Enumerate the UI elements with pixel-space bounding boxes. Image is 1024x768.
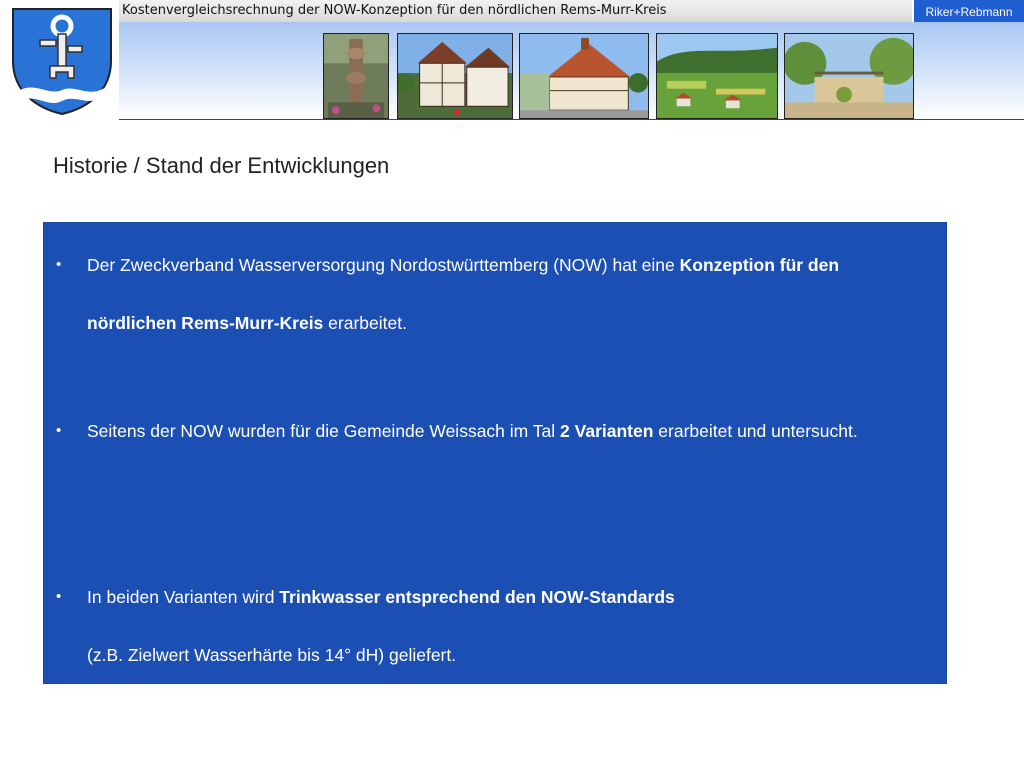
coat-of-arms-icon — [10, 6, 114, 116]
bullet-text: Der Zweckverband Wasserversorgung Nordos… — [87, 236, 927, 352]
photo-garden-pergola — [784, 33, 914, 119]
photo-town-hall — [519, 33, 649, 119]
bullet-text: In beiden Varianten wird Trinkwasser ent… — [87, 568, 927, 684]
photo-landscape — [656, 33, 778, 119]
bullet-text-normal: Der Zweckverband Wasserversorgung Nordos… — [87, 255, 680, 275]
bullet-text-normal: (z.B. Zielwert Wasserhärte bis 14° dH) g… — [87, 645, 457, 665]
header-title: Kostenvergleichsrechnung der NOW-Konzept… — [122, 3, 667, 18]
bullet-marker: • — [56, 588, 62, 605]
bullet-text: Seitens der NOW wurden für die Gemeinde … — [87, 402, 887, 460]
brand-label: Riker+Rebmann — [914, 0, 1024, 24]
bullet-text-normal: In beiden Varianten wird — [87, 587, 280, 607]
photo-fountain — [323, 33, 389, 119]
bullet-text-normal: erarbeitet und untersucht. — [653, 421, 858, 441]
bullet-text-bold: 2 Varianten — [560, 421, 654, 441]
header-divider — [119, 119, 1024, 120]
content-panel: • Der Zweckverband Wasserversorgung Nord… — [43, 222, 947, 684]
bullet-marker: • — [56, 422, 62, 439]
photo-half-timbered-houses — [397, 33, 513, 119]
bullet-text-normal: Seitens der NOW wurden für die Gemeinde … — [87, 421, 561, 441]
header-bar: Kostenvergleichsrechnung der NOW-Konzept… — [119, 0, 912, 22]
bullet-text-bold: Trinkwasser entsprechend den NOW-Standar… — [279, 587, 675, 607]
page-title: Historie / Stand der Entwicklungen — [53, 153, 390, 178]
bullet-marker: • — [56, 256, 62, 273]
bullet-text-normal: erarbeitet. — [323, 313, 407, 333]
